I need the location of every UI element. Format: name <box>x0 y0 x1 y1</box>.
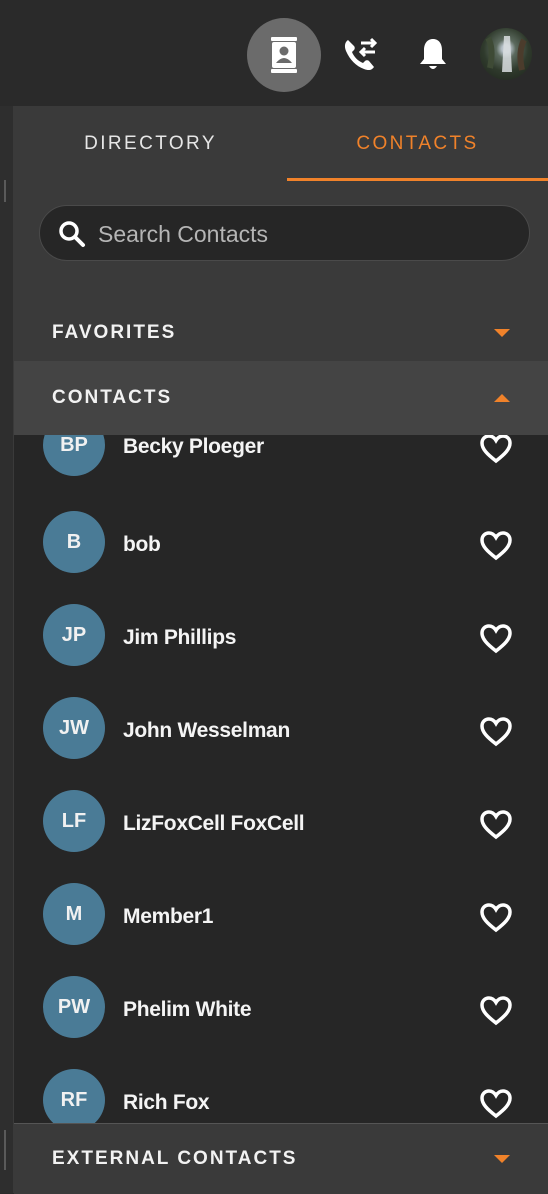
search-input[interactable] <box>96 214 520 254</box>
avatar: PW <box>43 976 105 1038</box>
heart-outline-icon[interactable] <box>479 623 513 655</box>
heart-outline-icon[interactable] <box>479 716 513 748</box>
heart-outline-icon[interactable] <box>479 435 513 465</box>
tab-bar: DIRECTORY CONTACTS <box>14 106 548 182</box>
edge-marker <box>4 1130 6 1170</box>
active-tab-indicator <box>287 178 548 181</box>
avatar: M <box>43 883 105 945</box>
contact-name: Member1 <box>123 905 214 928</box>
heart-outline-icon[interactable] <box>479 530 513 562</box>
user-avatar[interactable] <box>480 28 532 80</box>
heart-outline-icon[interactable] <box>479 809 513 841</box>
avatar: JW <box>43 697 105 759</box>
list-item[interactable]: LF LizFoxCell FoxCell <box>14 787 548 880</box>
list-item[interactable]: M Member1 <box>14 880 548 973</box>
chevron-up-icon <box>494 394 510 402</box>
favorites-label: FAVORITES <box>52 321 177 343</box>
tab-directory[interactable]: DIRECTORY <box>14 106 287 182</box>
search-area <box>14 182 548 296</box>
contact-name: Rich Fox <box>123 1091 210 1114</box>
tab-contacts[interactable]: CONTACTS <box>287 106 548 182</box>
avatar: JP <box>43 604 105 666</box>
avatar: RF <box>43 1069 105 1123</box>
notifications-button[interactable] <box>410 30 456 80</box>
contact-name: John Wesselman <box>123 719 290 742</box>
call-transfer-icon <box>344 37 378 71</box>
heart-outline-icon[interactable] <box>479 1088 513 1120</box>
list-item[interactable]: RF Rich Fox <box>14 1066 548 1123</box>
chevron-down-icon <box>494 1155 510 1163</box>
chevron-down-icon <box>494 328 510 337</box>
contacts-button[interactable] <box>247 18 321 92</box>
contacts-section-header[interactable]: CONTACTS <box>14 361 548 435</box>
waterfall-photo <box>485 36 527 72</box>
top-bar <box>0 0 548 106</box>
contact-book-icon <box>271 37 297 73</box>
contact-name: LizFoxCell FoxCell <box>123 812 305 835</box>
contact-name: Jim Phillips <box>123 626 237 649</box>
contact-name: Becky Ploeger <box>123 435 264 458</box>
search-icon <box>59 221 85 247</box>
contact-list: BP Becky Ploeger B bob JP Jim Phillips J… <box>14 435 548 1123</box>
list-item[interactable]: JW John Wesselman <box>14 694 548 787</box>
bell-icon <box>420 39 446 69</box>
list-item[interactable]: JP Jim Phillips <box>14 601 548 694</box>
external-contacts-label: EXTERNAL CONTACTS <box>52 1148 298 1169</box>
contacts-label: CONTACTS <box>52 387 173 408</box>
avatar: B <box>43 511 105 573</box>
heart-outline-icon[interactable] <box>479 902 513 934</box>
avatar: LF <box>43 790 105 852</box>
list-item[interactable]: PW Phelim White <box>14 973 548 1066</box>
favorites-section-header[interactable]: FAVORITES <box>14 296 548 370</box>
list-item[interactable]: B bob <box>14 508 548 601</box>
contact-name: bob <box>123 533 161 556</box>
external-contacts-section-header[interactable]: EXTERNAL CONTACTS <box>14 1123 548 1194</box>
heart-outline-icon[interactable] <box>479 995 513 1027</box>
edge-marker <box>4 180 6 202</box>
contact-name: Phelim White <box>123 998 252 1021</box>
search-box <box>39 205 530 261</box>
left-edge-strip <box>0 0 14 1193</box>
avatar: BP <box>43 435 105 476</box>
calls-button[interactable] <box>338 30 382 80</box>
contacts-panel: DIRECTORY CONTACTS FAVORITES CONTACTS BP… <box>14 106 548 1194</box>
